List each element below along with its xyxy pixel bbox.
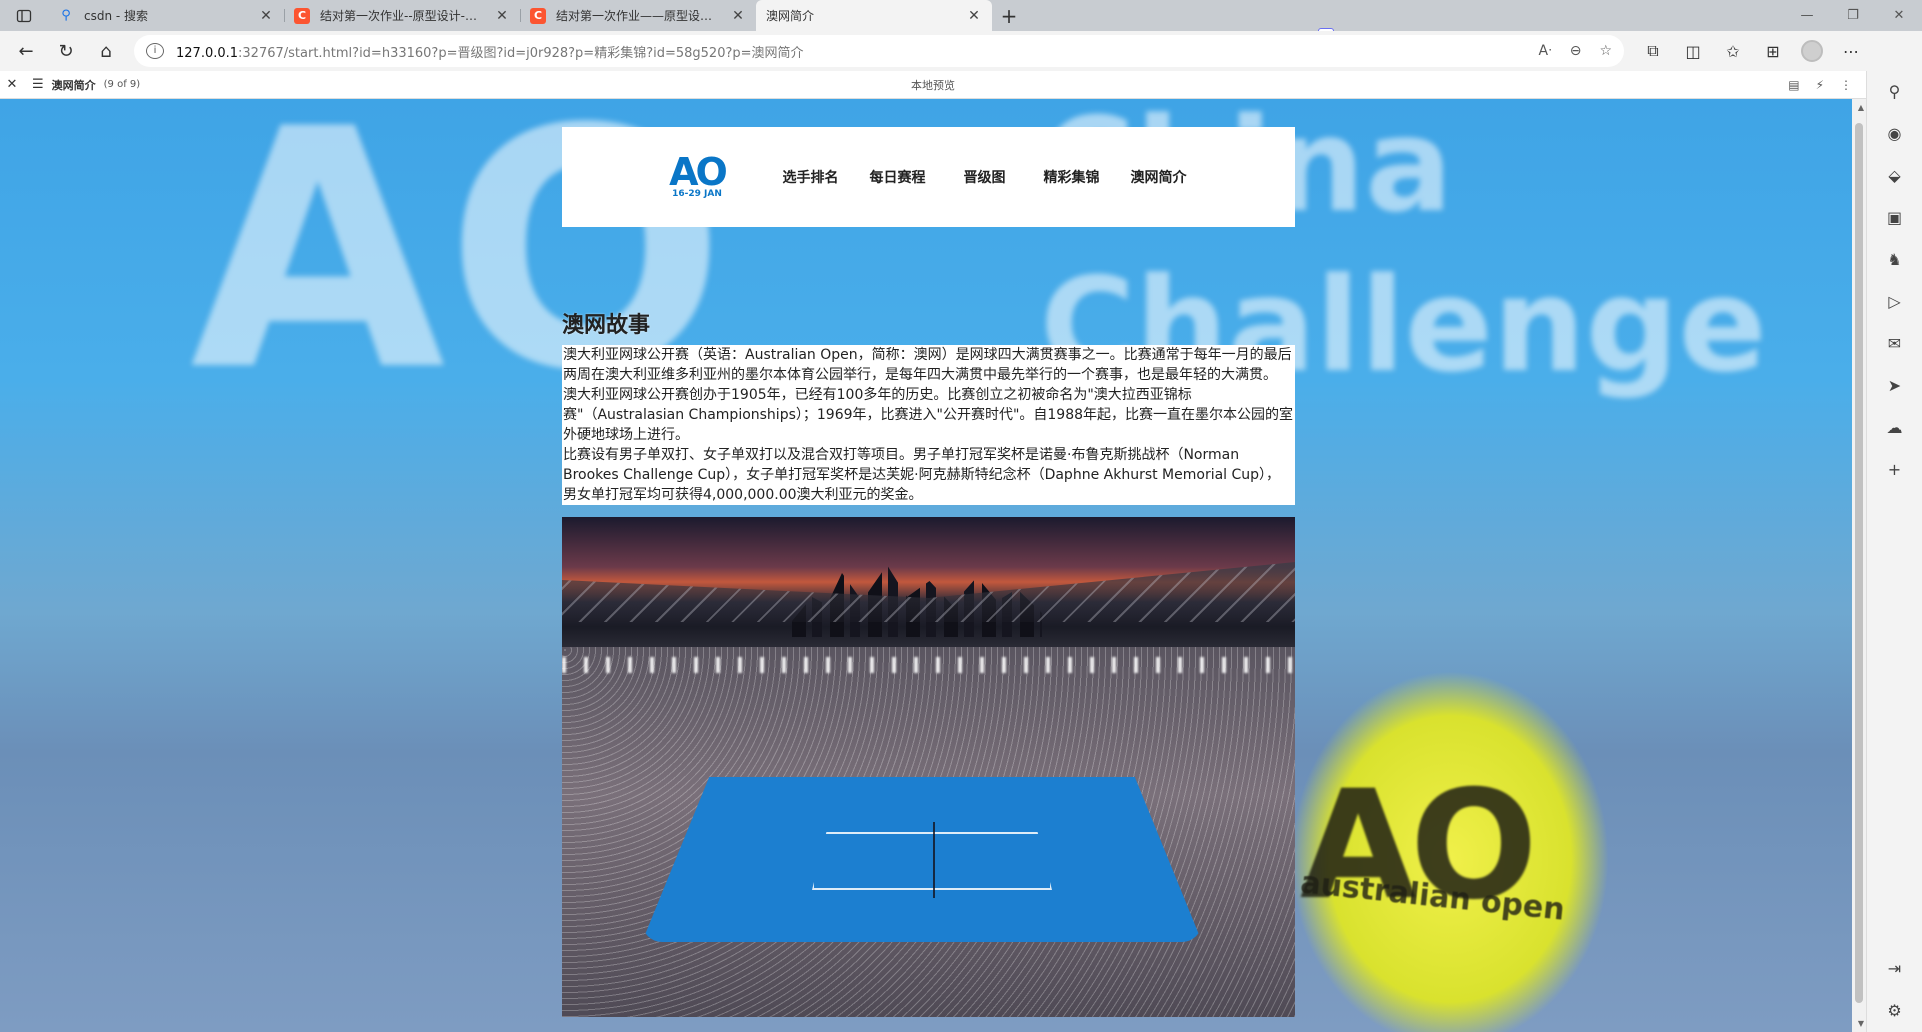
prototype-page: AO 16-29 JAN 选手排名 每日赛程 晋级图 精彩集锦 澳网简介 澳网故… <box>562 127 1295 1017</box>
outlook-icon[interactable]: ✉ <box>1883 333 1907 353</box>
add-sidebar-item-icon[interactable]: + <box>1883 459 1907 479</box>
csdn-icon: C <box>530 7 546 24</box>
scrollbar-thumb[interactable] <box>1855 123 1863 1003</box>
refresh-icon[interactable]: ↻ <box>48 35 84 67</box>
more-menu-icon[interactable]: ⋯ <box>1834 35 1868 67</box>
back-icon[interactable]: ← <box>8 35 44 67</box>
preview-page-count: (9 of 9) <box>103 79 141 90</box>
collections-icon[interactable]: ⊞ <box>1756 35 1790 67</box>
hide-sidebar-icon[interactable]: ⇥ <box>1883 958 1907 978</box>
tab-actions-icon <box>16 9 32 22</box>
article-paragraph: 澳大利亚网球公开赛创办于1905年，已经有100多年的历史。比赛创立之初被命名为… <box>563 387 1294 443</box>
article-paragraph: 澳大利亚网球公开赛（英语：Australian Open，简称：澳网）是网球四大… <box>563 347 1292 383</box>
profile-avatar[interactable] <box>1801 40 1823 62</box>
logo-mark: AO <box>669 150 728 194</box>
tab-actions-button[interactable] <box>0 0 48 31</box>
search-icon: ⚲ <box>61 8 71 23</box>
court-net <box>933 822 935 898</box>
close-window-icon[interactable]: ✕ <box>1876 0 1922 31</box>
page-list-icon[interactable]: ☰ <box>32 77 44 92</box>
shopping-tag-icon[interactable]: ⬙ <box>1883 165 1907 185</box>
nav-highlights[interactable]: 精彩集锦 <box>1028 167 1115 187</box>
url-text[interactable]: 127.0.0.1:32767/start.html?id=h33160?p=晋… <box>176 42 1527 61</box>
tab-title: csdn - 搜索 <box>84 9 149 23</box>
close-tab-icon[interactable]: ✕ <box>258 8 274 24</box>
edge-sidebar: ⚲ ◉ ⬙ ▣ ♞ ▷ ✉ ➤ ☁ + ⇥ ⚙ <box>1866 71 1922 1032</box>
edge-sidebar-bottom: ⇥ ⚙ <box>1883 958 1907 1020</box>
tab-ao-intro[interactable]: ▶ 澳网简介 ✕ <box>756 0 1334 44</box>
nav-bracket[interactable]: 晋级图 <box>941 167 1028 187</box>
tab-strip: ⚲ csdn - 搜索 ✕ C 结对第一次作业--原型设计-CSDN ✕ C 结… <box>0 0 1922 44</box>
notes-icon[interactable]: ▤ <box>1788 78 1799 92</box>
browser-toolbar: ← ↻ ⌂ i 127.0.0.1:32767/start.html?id=h3… <box>0 31 1922 71</box>
window-controls: — ❐ ✕ <box>1784 0 1922 31</box>
ao-logo[interactable]: AO 16-29 JAN <box>637 150 757 199</box>
cloud-icon[interactable]: ☁ <box>1883 417 1907 437</box>
preview-toolbar: ✕ ☰ 澳网简介 (9 of 9) 本地预览 ▤ ⚡ ⋮ <box>0 71 1866 99</box>
toolbar-extensions: ⧉ ◫ ✩ ⊞ ⋯ <box>1636 35 1868 67</box>
preview-page-name: 澳网简介 <box>51 78 96 92</box>
split-screen-icon[interactable]: ◫ <box>1676 35 1710 67</box>
media-icon[interactable]: ▷ <box>1883 291 1907 311</box>
url-host: 127.0.0.1 <box>176 45 239 61</box>
site-info-icon[interactable]: i <box>146 43 164 59</box>
site-header: AO 16-29 JAN 选手排名 每日赛程 晋级图 精彩集锦 澳网简介 <box>562 127 1295 227</box>
extensions-icon[interactable]: ⧉ <box>1636 35 1670 67</box>
read-aloud-icon[interactable]: Aᐧ <box>1539 43 1552 59</box>
court-lines <box>812 832 1052 890</box>
url-path: :32767/start.html?id=h33160?p=晋级图?id=j0r… <box>238 45 804 61</box>
hotspot-icon[interactable]: ⚡ <box>1816 78 1824 92</box>
nav-schedule[interactable]: 每日赛程 <box>854 167 941 187</box>
preview-mode-label: 本地预览 <box>911 78 955 92</box>
copilot-icon[interactable]: ◉ <box>1883 123 1907 143</box>
restore-icon[interactable]: ❐ <box>1830 0 1876 31</box>
scrollbar[interactable]: ▲ ▼ <box>1852 99 1866 1032</box>
nav-about[interactable]: 澳网简介 <box>1115 167 1202 187</box>
send-icon[interactable]: ➤ <box>1883 375 1907 395</box>
tab-title: 结对第一次作业——原型设计-CS <box>556 9 720 23</box>
logo-date: 16-29 JAN <box>672 189 722 199</box>
scroll-up-icon[interactable]: ▲ <box>1858 103 1864 112</box>
home-icon[interactable]: ⌂ <box>88 35 124 67</box>
tab-title: 澳网简介 <box>766 9 815 23</box>
search-icon[interactable]: ⚲ <box>1883 81 1907 101</box>
favorites-icon[interactable]: ✩ <box>1716 35 1750 67</box>
article-paragraph: 比赛设有男子单双打、女子单双打以及混合双打等项目。男子单打冠军奖杯是诺曼·布鲁克… <box>563 447 1281 503</box>
tab-title: 结对第一次作业--原型设计-CSDN <box>320 9 484 23</box>
settings-gear-icon[interactable]: ⚙ <box>1883 1000 1907 1020</box>
page-viewport: AO China Challenge AO australian open AO… <box>0 99 1866 1032</box>
scroll-down-icon[interactable]: ▼ <box>1858 1019 1864 1028</box>
close-preview-icon[interactable]: ✕ <box>0 77 24 92</box>
favorite-add-icon[interactable]: ☆ <box>1599 43 1612 59</box>
tab-csdn-search[interactable]: ⚲ csdn - 搜索 ✕ <box>48 0 284 31</box>
tab-csdn-article-1[interactable]: C 结对第一次作业--原型设计-CSDN ✕ <box>284 0 520 31</box>
stadium-lights <box>562 657 1295 673</box>
site-nav: 选手排名 每日赛程 晋级图 精彩集锦 澳网简介 <box>767 167 1202 187</box>
preview-more-icon[interactable]: ⋮ <box>1840 78 1852 92</box>
tools-icon[interactable]: ▣ <box>1883 207 1907 227</box>
csdn-icon: C <box>294 7 310 24</box>
close-tab-icon[interactable]: ✕ <box>494 8 510 24</box>
article-body: 澳大利亚网球公开赛（英语：Australian Open，简称：澳网）是网球四大… <box>562 345 1295 505</box>
minimize-icon[interactable]: — <box>1784 0 1830 31</box>
close-tab-icon[interactable]: ✕ <box>966 8 982 24</box>
nav-rankings[interactable]: 选手排名 <box>767 167 854 187</box>
new-tab-button[interactable]: + <box>992 0 1026 31</box>
address-bar-actions: Aᐧ ⊖ ☆ <box>1539 43 1612 59</box>
zoom-icon[interactable]: ⊖ <box>1570 43 1582 59</box>
close-tab-icon[interactable]: ✕ <box>730 8 746 24</box>
games-icon[interactable]: ♞ <box>1883 249 1907 269</box>
address-bar[interactable]: i 127.0.0.1:32767/start.html?id=h33160?p… <box>134 35 1624 67</box>
tab-csdn-article-2[interactable]: C 结对第一次作业——原型设计-CS ✕ <box>520 0 756 31</box>
article-title: 澳网故事 <box>562 313 651 338</box>
stadium-photo <box>562 517 1295 1017</box>
preview-actions: ▤ ⚡ ⋮ <box>1788 78 1866 92</box>
